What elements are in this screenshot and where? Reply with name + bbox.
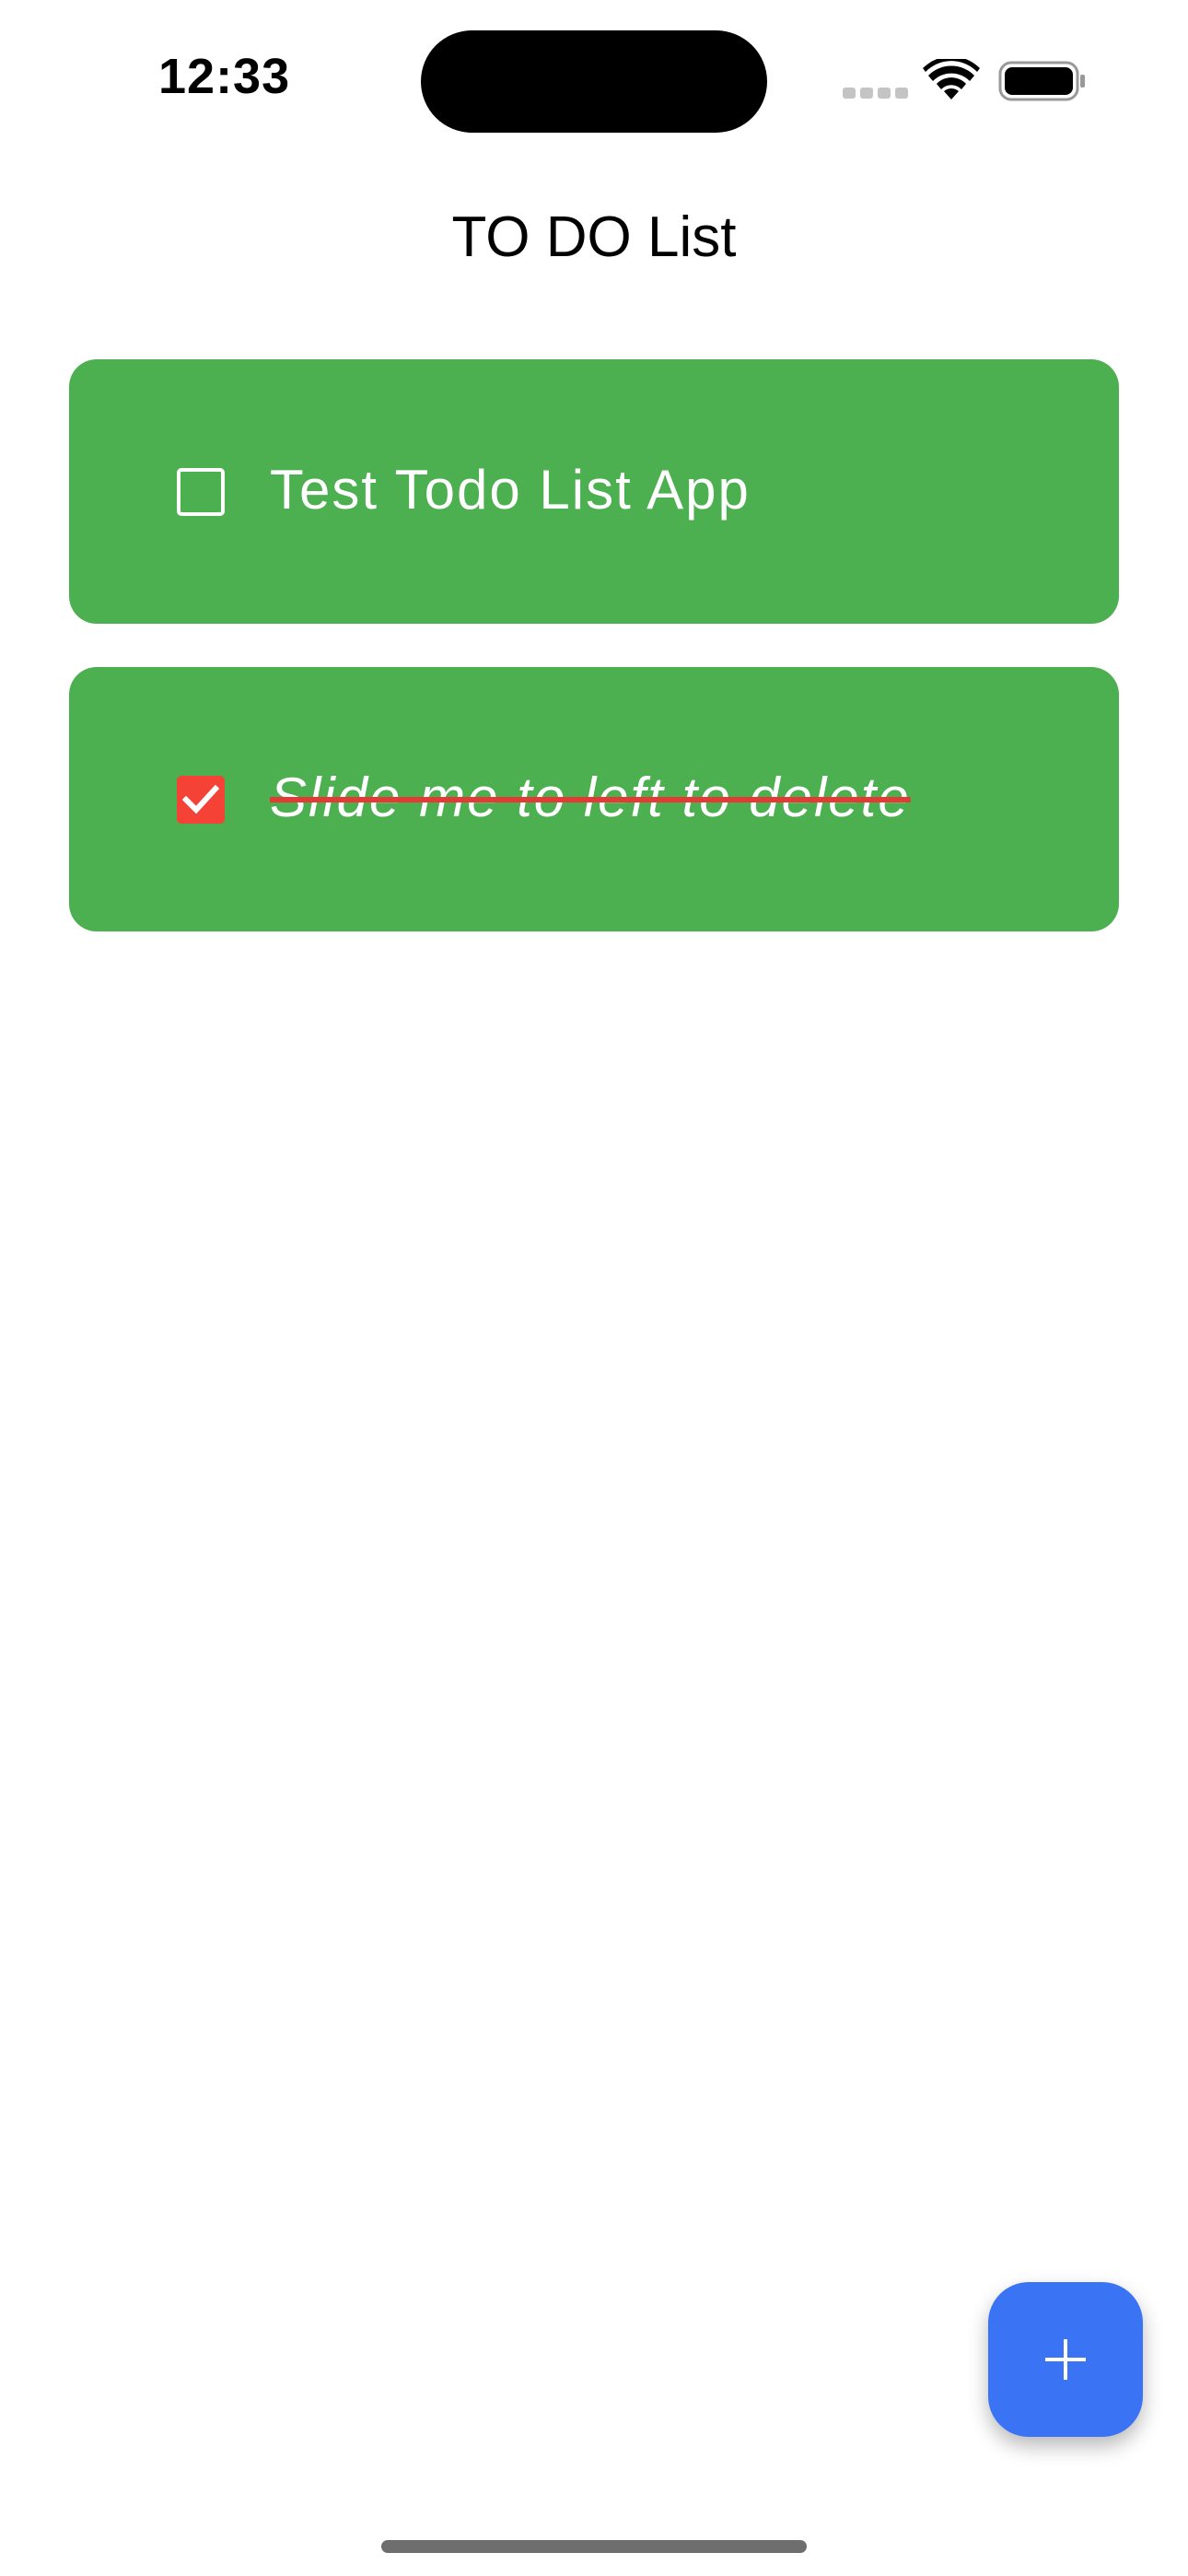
cellular-signal-icon xyxy=(843,88,908,100)
plus-icon xyxy=(1045,2339,1086,2380)
dynamic-island xyxy=(421,30,767,133)
checkmark-icon xyxy=(182,784,219,814)
status-time: 12:33 xyxy=(158,49,291,104)
todo-checkbox-checked[interactable] xyxy=(177,776,225,824)
todo-item[interactable]: Test Todo List App xyxy=(69,359,1119,624)
page-title: TO DO List xyxy=(451,205,737,269)
wifi-icon xyxy=(923,59,980,100)
app-screen: 12:33 TO DO List Test Todo List App Slid… xyxy=(0,0,1188,2576)
battery-icon xyxy=(998,61,1085,101)
todo-list: Test Todo List App Slide me to left to d… xyxy=(69,359,1119,975)
todo-checkbox[interactable] xyxy=(177,468,225,516)
todo-label: Test Todo List App xyxy=(270,459,751,521)
todo-item[interactable]: Slide me to left to delete xyxy=(69,667,1119,931)
add-todo-button[interactable] xyxy=(988,2282,1143,2437)
todo-label-completed: Slide me to left to delete xyxy=(270,767,911,828)
status-bar: 12:33 xyxy=(0,0,1188,166)
home-indicator[interactable] xyxy=(381,2540,807,2553)
